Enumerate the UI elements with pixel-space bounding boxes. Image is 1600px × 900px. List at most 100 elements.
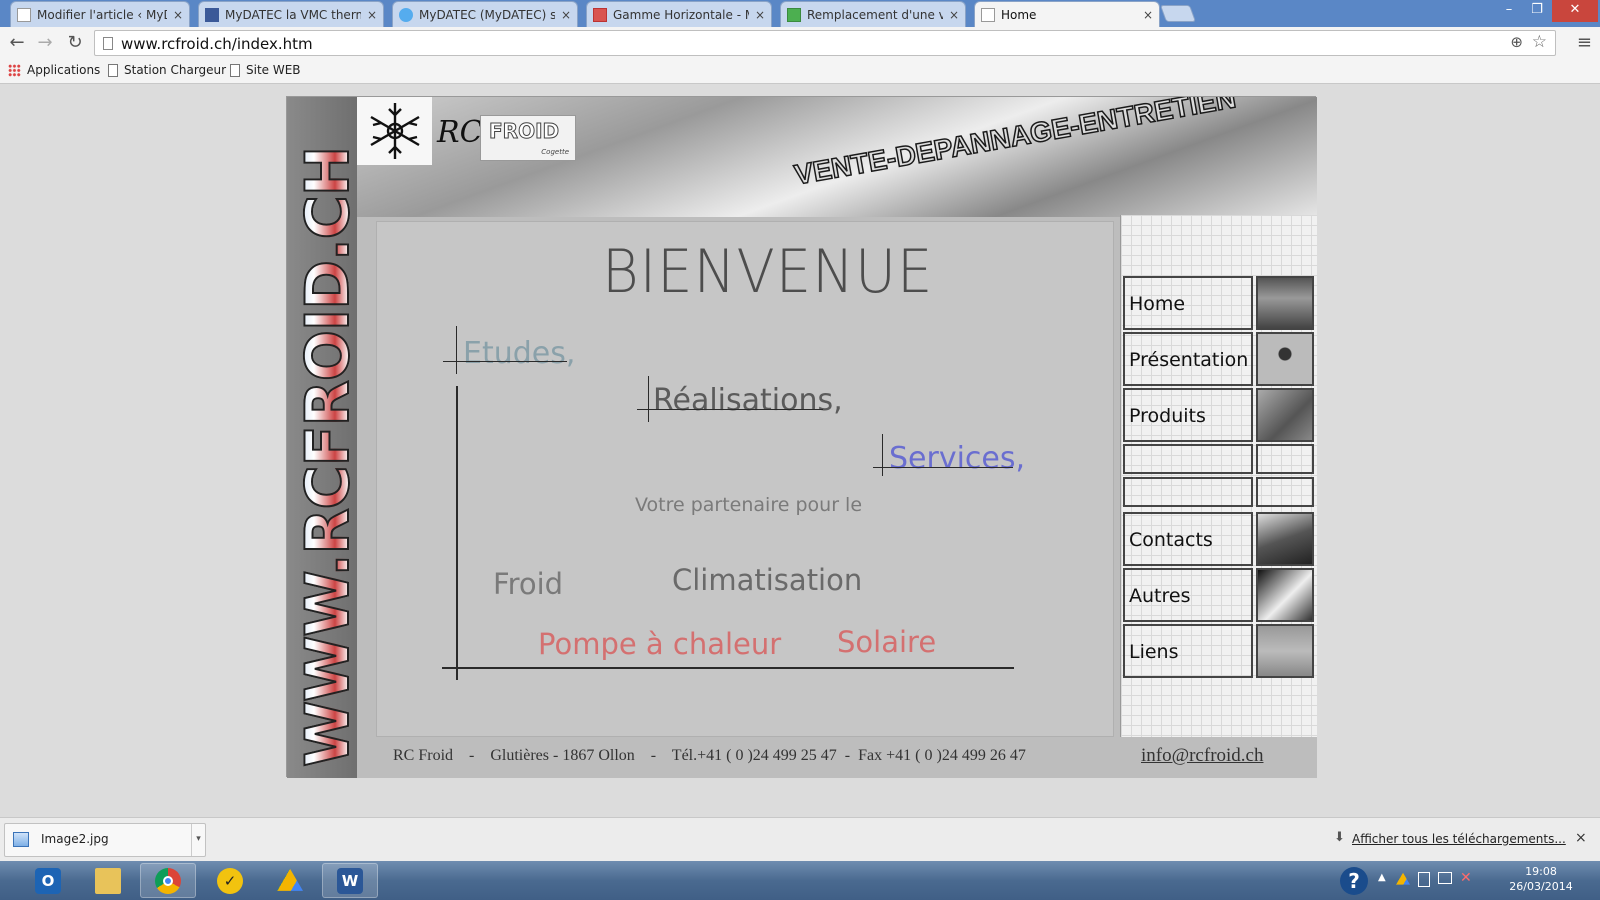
drive-tray-icon[interactable]	[1396, 872, 1410, 885]
download-shelf: Image2.jpg ▾ ⬇ Afficher tous les télécha…	[0, 817, 1600, 861]
address-bar[interactable]: www.rcfroid.ch/index.htm ⊕ ☆	[94, 30, 1556, 56]
tab-close-icon[interactable]: ×	[173, 8, 183, 22]
footer-email-link[interactable]: info@rcfroid.ch	[1141, 745, 1263, 767]
tab-modifier-article[interactable]: Modifier l'article ‹ MyDate ×	[10, 1, 190, 27]
nav-item-home[interactable]: Home	[1123, 276, 1316, 330]
froid-logo-text: FROID	[488, 119, 560, 144]
tab-title: Modifier l'article ‹ MyDate	[37, 7, 167, 22]
device-tray-icon[interactable]	[1418, 872, 1430, 887]
links-thumbnail-icon[interactable]	[1256, 624, 1314, 678]
restore-button[interactable]: ❐	[1522, 0, 1552, 22]
clock-date: 26/03/2014	[1509, 880, 1573, 893]
nav-item-contacts[interactable]: Contacts	[1123, 512, 1316, 566]
tab-close-icon[interactable]: ×	[949, 8, 959, 22]
nav-label[interactable]: Liens	[1123, 624, 1253, 678]
taskbar-clock[interactable]: 19:08 26/03/2014	[1503, 864, 1579, 894]
nav-label[interactable]: Présentation	[1123, 332, 1253, 386]
tab-close-icon[interactable]: ×	[561, 8, 571, 22]
bookmarks-bar: Applications Station Chargeur Site WEB	[0, 59, 1600, 84]
forward-button[interactable]: →	[34, 32, 56, 54]
nav-label[interactable]: Contacts	[1123, 512, 1253, 566]
show-all-downloads-link[interactable]: Afficher tous les téléchargements...	[1352, 832, 1566, 846]
zoom-icon[interactable]: ⊕	[1510, 33, 1523, 51]
tab-home[interactable]: Home ×	[974, 1, 1160, 27]
windows-taskbar: O ✓ W ? ▲ ✕ 19:08 26/03/2014	[0, 861, 1600, 900]
bookmark-site-web[interactable]: Site WEB	[230, 63, 301, 77]
tab-close-icon[interactable]: ×	[755, 8, 765, 22]
etudes-tick	[456, 326, 457, 374]
nav-item-presentation[interactable]: Présentation	[1123, 332, 1316, 386]
bookmark-station-chargeur[interactable]: Station Chargeur	[108, 63, 226, 77]
tray-expand-icon[interactable]: ▲	[1378, 872, 1386, 883]
tab-mydatec-twitter[interactable]: MyDATEC (MyDATEC) sur ×	[392, 1, 578, 27]
help-icon[interactable]: ?	[1340, 867, 1368, 895]
nav-label[interactable]: Produits	[1123, 388, 1253, 442]
realisations-tick	[648, 376, 649, 422]
reload-button[interactable]: ↻	[64, 32, 86, 54]
other-thumbnail-icon[interactable]	[1256, 568, 1314, 622]
outlook-icon[interactable]: O	[20, 863, 76, 898]
building-thumbnail-icon[interactable]	[1256, 276, 1314, 330]
minimize-button[interactable]: –	[1494, 0, 1524, 22]
realisations-text: Réalisations,	[653, 383, 843, 418]
nav-label-empty	[1123, 444, 1253, 474]
drive-glyph	[277, 868, 303, 891]
etudes-text: Etudes,	[463, 336, 576, 371]
welcome-panel: BIENVENUE Etudes, Réalisations, Services…	[376, 221, 1114, 737]
close-window-button[interactable]: ✕	[1552, 0, 1598, 22]
site-footer: RC Froid - Glutières - 1867 Ollon - Tél.…	[357, 737, 1317, 778]
horizontal-axis-line	[442, 667, 1014, 669]
close-shelf-icon[interactable]: ×	[1575, 830, 1587, 846]
froid-logo: FROID Cogette	[480, 115, 576, 161]
pompe-a-chaleur-text: Pompe à chaleur	[538, 627, 782, 661]
snowflake-logo-icon	[357, 97, 432, 165]
back-button[interactable]: ←	[6, 32, 28, 54]
presentation-thumbnail-icon[interactable]	[1256, 332, 1314, 386]
norton-icon[interactable]: ✓	[202, 863, 258, 898]
etudes-underline	[443, 361, 567, 362]
tab-gamme-horizontale[interactable]: Gamme Horizontale - My ×	[586, 1, 772, 27]
tab-title: Remplacement d'une vent	[807, 7, 943, 22]
download-item[interactable]: Image2.jpg ▾	[4, 823, 206, 857]
volume-muted-icon[interactable]: ✕	[1460, 870, 1472, 886]
header-tagline: VENTE-DEPANNAGE-ENTRETIEN	[791, 97, 1239, 191]
tab-title: MyDATEC la VMC thermo	[225, 7, 361, 22]
nav-item-produits[interactable]: Produits	[1123, 388, 1316, 442]
page-viewport: WWW.RCFROID.CH RC FROID Cogette VENTE-DE…	[0, 84, 1600, 817]
bookmark-label: Site WEB	[246, 63, 301, 77]
footer-address: RC Froid - Glutières - 1867 Ollon - Tél.…	[393, 747, 1026, 764]
bookmark-applications[interactable]: Applications	[8, 63, 100, 77]
nav-item-empty-2	[1123, 477, 1316, 507]
chevron-down-icon[interactable]: ▾	[191, 824, 205, 856]
nav-item-autres[interactable]: Autres	[1123, 568, 1316, 622]
nav-label[interactable]: Home	[1123, 276, 1253, 330]
nav-item-liens[interactable]: Liens	[1123, 624, 1316, 678]
vertical-domain-band: WWW.RCFROID.CH	[287, 97, 364, 778]
tab-remplacement[interactable]: Remplacement d'une vent ×	[780, 1, 966, 27]
chrome-icon[interactable]	[140, 863, 196, 898]
download-filename[interactable]: Image2.jpg	[41, 832, 109, 846]
realisations-underline	[637, 409, 823, 410]
tab-mydatec-vmc[interactable]: MyDATEC la VMC thermo ×	[198, 1, 384, 27]
services-underline	[873, 467, 1013, 468]
clock-time: 19:08	[1525, 865, 1557, 878]
services-text: Services,	[889, 441, 1026, 476]
twitter-icon	[399, 7, 413, 22]
network-tray-icon[interactable]	[1438, 872, 1452, 884]
page-icon	[17, 7, 31, 22]
chrome-glyph	[155, 867, 181, 894]
url-text[interactable]: www.rcfroid.ch/index.htm	[121, 35, 313, 53]
bookmark-label: Station Chargeur	[124, 63, 227, 77]
google-drive-icon[interactable]	[262, 863, 318, 898]
nav-item-empty-1	[1123, 444, 1316, 474]
tab-close-icon[interactable]: ×	[1143, 8, 1153, 22]
chrome-menu-icon[interactable]: ≡	[1577, 32, 1592, 53]
bookmark-star-icon[interactable]: ☆	[1532, 32, 1547, 52]
new-tab-button[interactable]	[1159, 5, 1197, 22]
file-explorer-icon[interactable]	[80, 863, 136, 898]
word-icon[interactable]: W	[322, 863, 378, 898]
calculator-thumbnail-icon[interactable]	[1256, 512, 1314, 566]
nav-label[interactable]: Autres	[1123, 568, 1253, 622]
products-thumbnail-icon[interactable]	[1256, 388, 1314, 442]
tab-close-icon[interactable]: ×	[367, 8, 377, 22]
